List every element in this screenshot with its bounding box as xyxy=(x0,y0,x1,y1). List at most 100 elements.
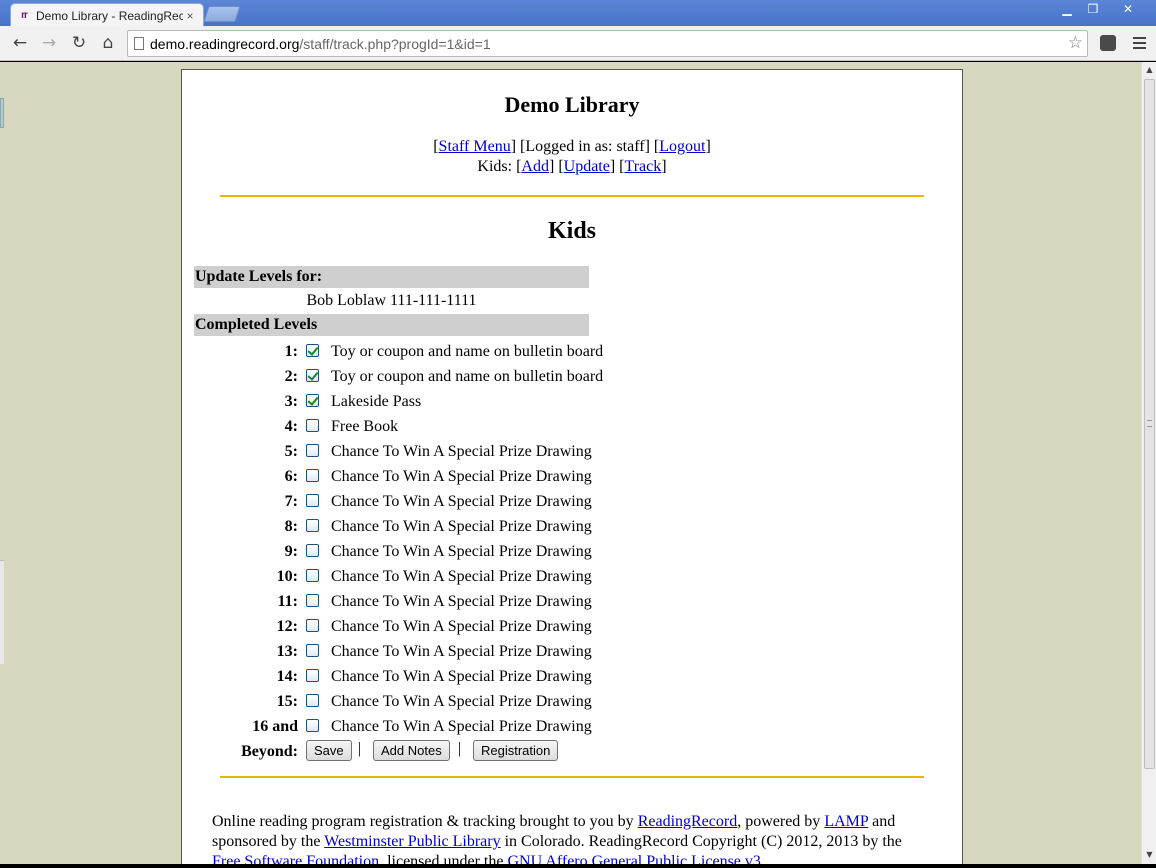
minimize-button[interactable]: ▁ xyxy=(1054,0,1080,18)
page-title: Demo Library xyxy=(504,92,640,117)
level-checkbox[interactable] xyxy=(306,694,319,707)
level-row: 9: Chance To Win A Special Prize Drawing xyxy=(194,539,594,564)
level-checkbox[interactable] xyxy=(306,494,319,507)
scroll-thumb[interactable] xyxy=(1144,79,1155,769)
staff-nav: [Staff Menu] [Logged in as: staff] [Logo… xyxy=(182,138,962,156)
divider xyxy=(220,776,924,778)
tab-close-icon[interactable]: × xyxy=(183,9,197,23)
scroll-up-icon[interactable]: ▲ xyxy=(1142,62,1156,77)
footer-text: , powered by xyxy=(737,813,825,830)
browser-tab[interactable]: rr Demo Library - ReadingRecor × xyxy=(10,3,204,27)
level-row: 8: Chance To Win A Special Prize Drawing xyxy=(194,514,594,539)
readingrecord-link[interactable]: ReadingRecord xyxy=(638,813,738,830)
separator: | xyxy=(358,740,362,757)
level-row: 13: Chance To Win A Special Prize Drawing xyxy=(194,639,594,664)
completed-levels-header: Completed Levels xyxy=(194,314,589,336)
level-label: Chance To Win A Special Prize Drawing xyxy=(331,443,592,460)
restore-button[interactable]: ❐ xyxy=(1080,0,1106,18)
level-label: Chance To Win A Special Prize Drawing xyxy=(331,618,592,635)
add-notes-button[interactable]: Add Notes xyxy=(373,740,450,761)
level-label: Chance To Win A Special Prize Drawing xyxy=(331,493,592,510)
level-row: 4: Free Book xyxy=(194,414,594,439)
reload-icon[interactable]: ↻ xyxy=(68,32,90,54)
level-label: Chance To Win A Special Prize Drawing xyxy=(331,668,592,685)
student-name: Bob Loblaw 111-111-1111 xyxy=(306,292,477,309)
level-checkbox[interactable] xyxy=(306,719,319,732)
section-title: Kids xyxy=(547,218,597,244)
gnu-agpl-link[interactable]: GNU Affero General Public License v3 xyxy=(507,853,760,864)
nav-text: Kids: [ xyxy=(477,158,522,175)
level-checkbox[interactable] xyxy=(306,594,319,607)
level-checkbox[interactable] xyxy=(306,344,319,357)
forward-icon[interactable]: → xyxy=(38,32,60,54)
footer-text: , licensed under the xyxy=(379,853,508,864)
level-number: 4: xyxy=(284,418,298,435)
level-number: 9: xyxy=(284,543,298,560)
level-checkbox[interactable] xyxy=(306,444,319,457)
level-row: 16 and Beyond: Chance To Win A Special Pr… xyxy=(194,714,594,760)
bookmark-star-icon[interactable]: ☆ xyxy=(1068,33,1083,53)
lamp-link[interactable]: LAMP xyxy=(824,813,868,830)
nav-text: ] [Logged in as: staff] [ xyxy=(510,138,660,155)
westminster-library-link[interactable]: Westminster Public Library xyxy=(324,833,500,850)
tab-title: Demo Library - ReadingRecor xyxy=(36,8,183,23)
level-checkbox[interactable] xyxy=(306,644,319,657)
level-number: 5: xyxy=(284,443,298,460)
menu-icon[interactable] xyxy=(1128,32,1150,54)
level-number: 7: xyxy=(284,493,298,510)
level-label: Chance To Win A Special Prize Drawing xyxy=(331,543,592,560)
level-label: Free Book xyxy=(331,418,399,435)
level-row: 12: Chance To Win A Special Prize Drawing xyxy=(194,614,594,639)
screen-bottom-edge xyxy=(0,864,1156,868)
footer-text: . xyxy=(760,853,765,864)
level-checkbox[interactable] xyxy=(306,369,319,382)
level-checkbox[interactable] xyxy=(306,619,319,632)
level-label: Lakeside Pass xyxy=(331,393,422,410)
fsf-link[interactable]: Free Software Foundation xyxy=(212,853,379,864)
scroll-down-icon[interactable]: ▼ xyxy=(1142,847,1156,862)
level-checkbox[interactable] xyxy=(306,519,319,532)
level-number: 12: xyxy=(276,618,298,635)
vertical-scrollbar[interactable]: ▲ ▼ xyxy=(1141,62,1156,864)
level-number: 3: xyxy=(284,393,298,410)
level-number: 13: xyxy=(276,643,298,660)
readingrecord-favicon-icon: rr xyxy=(21,10,28,21)
track-link[interactable]: Track xyxy=(625,158,662,175)
footer-text: Online reading program registration & tr… xyxy=(212,812,932,864)
level-checkbox[interactable] xyxy=(306,469,319,482)
level-checkbox[interactable] xyxy=(306,544,319,557)
close-window-button[interactable]: ✕ xyxy=(1106,0,1150,18)
address-bar[interactable]: demo.readingrecord.org/staff/track.php?p… xyxy=(127,30,1088,57)
logout-link[interactable]: Logout xyxy=(659,138,705,155)
level-checkbox[interactable] xyxy=(306,569,319,582)
kids-nav: Kids: [Add] [Update] [Track] xyxy=(182,158,962,176)
back-icon[interactable]: ← xyxy=(9,32,31,54)
level-checkbox[interactable] xyxy=(306,419,319,432)
update-link[interactable]: Update xyxy=(564,158,610,175)
add-link[interactable]: Add xyxy=(521,158,549,175)
save-button[interactable]: Save xyxy=(306,740,352,761)
level-checkbox[interactable] xyxy=(306,669,319,682)
level-label: Chance To Win A Special Prize Drawing xyxy=(331,518,592,535)
level-row: 2: Toy or coupon and name on bulletin boa… xyxy=(194,364,603,389)
extension-icon[interactable] xyxy=(1097,31,1119,55)
registration-button[interactable]: Registration xyxy=(473,740,559,761)
new-tab-button[interactable] xyxy=(203,6,241,22)
background-window-edge xyxy=(0,560,4,664)
level-row: 11: Chance To Win A Special Prize Drawing xyxy=(194,589,594,614)
url-host: demo.readingrecord.org xyxy=(150,35,300,52)
page-icon xyxy=(128,37,150,50)
level-label: Toy or coupon and name on bulletin board xyxy=(331,368,604,385)
level-row: 3: Lakeside Pass xyxy=(194,389,594,414)
level-label: Chance To Win A Special Prize Drawing xyxy=(331,718,592,735)
level-number: 14: xyxy=(276,668,298,685)
level-row: 10: Chance To Win A Special Prize Drawing xyxy=(194,564,594,589)
staff-menu-link[interactable]: Staff Menu xyxy=(439,138,511,155)
url-path: /staff/track.php?progId=1&id=1 xyxy=(299,35,491,52)
level-number: 6: xyxy=(284,468,298,485)
separator: | xyxy=(458,740,462,757)
level-checkbox[interactable] xyxy=(306,394,319,407)
home-icon[interactable]: ⌂ xyxy=(97,32,119,54)
window-controls: ▁ ❐ ✕ xyxy=(1054,0,1150,18)
divider xyxy=(220,195,924,197)
